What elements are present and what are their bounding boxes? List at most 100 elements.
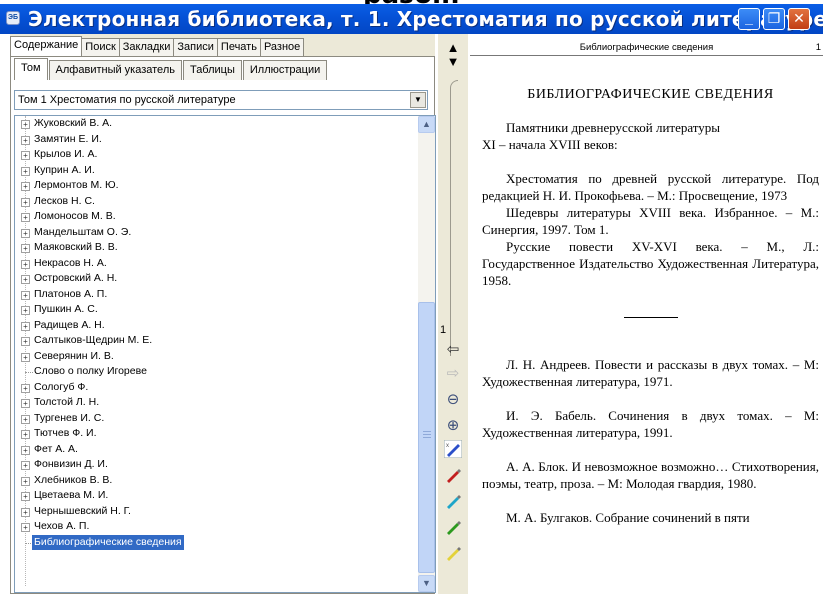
expand-icon[interactable]: + [21,321,30,331]
bibliography-entry: М. А. Булгаков. Собрание сочинений в пят… [506,510,750,525]
tree-item[interactable]: + Некрасов Н. А. [15,256,410,272]
page-down-icon[interactable]: ▼ [441,50,465,74]
expand-icon[interactable]: + [21,461,30,470]
tab-print[interactable]: Печать [216,38,261,56]
tree-item-label: Цветаева М. И. [34,489,109,501]
tab-search[interactable]: Поиск [81,38,120,56]
minimize-button[interactable]: _ [738,8,760,30]
expand-icon[interactable]: + [21,166,30,176]
marker-red-icon[interactable] [441,466,465,490]
tree-item[interactable]: + Фет А. А. [15,442,410,458]
expand-icon[interactable]: + [21,244,30,253]
expand-icon[interactable]: + [21,337,30,346]
tree-item[interactable]: + Салтыков-Щедрин М. Е. [15,333,410,349]
expand-icon[interactable]: + [21,213,30,222]
tab-contents[interactable]: Содержание [10,36,83,56]
tree-item[interactable]: + Пушкин А. С. [15,302,410,318]
tree-item[interactable]: + Радищев А. Н. [15,318,410,334]
page-slider[interactable] [450,80,458,356]
expand-icon[interactable]: + [21,476,30,486]
tree-item[interactable]: + Крылов И. А. [15,147,410,163]
marker-yellow-icon[interactable] [441,544,465,568]
tree-item-label: Мандельштам О. Э. [34,225,132,238]
expand-icon[interactable]: + [21,399,30,408]
tree-item[interactable]: + Мандельштам О. Э. [15,225,410,241]
tree-item[interactable]: + Лермонтов М. Ю. [15,178,410,194]
app-icon[interactable]: ЭБ [6,11,20,25]
tab-volume[interactable]: Том [14,58,48,80]
chevron-down-icon[interactable]: ▼ [410,92,426,108]
expand-icon[interactable]: + [21,383,30,393]
scroll-thumb[interactable] [418,302,435,573]
volume-select-value: Том 1 Хрестоматия по русской литературе [18,94,236,106]
forward-arrow-icon[interactable]: ⇨ [441,362,465,386]
tree-item[interactable]: + Лесков Н. С. [15,194,410,210]
tree-item[interactable]: + Платонов А. П. [15,287,410,303]
tab-notes[interactable]: Записи [173,38,218,56]
scroll-up-icon[interactable]: ▲ [418,116,435,133]
expand-icon[interactable]: + [21,151,30,160]
zoom-in-icon[interactable]: ⊕ [441,414,465,438]
tree-item[interactable]: + Чернышевский Н. Г. [15,504,410,520]
tree-item[interactable]: + Островский А. Н. [15,271,410,287]
tree-item[interactable]: + Замятин Е. И. [15,132,410,148]
title-bar[interactable]: ЭБ Электронная библиотека, т. 1. Хрестом… [0,4,823,34]
expand-icon[interactable]: + [21,507,30,517]
tree-item[interactable]: + Хлебников В. В. [15,473,410,489]
tree-item-label: Замятин Е. И. [34,132,102,145]
bibliography-entry: Шедевры литературы XVIII века. Избранное… [482,205,819,237]
section-title-line: Памятники древнерусской литературы [506,120,721,135]
expand-icon[interactable]: + [21,352,30,362]
tree-item[interactable]: + Ломоносов М. В. [15,209,410,225]
tree-item[interactable]: + Тютчев Ф. И. [15,426,410,442]
expand-icon[interactable]: + [21,430,30,439]
contents-tree[interactable]: + Жуковский В. А. + Замятин Е. И. + Крылов И.… [14,115,436,593]
tab-misc[interactable]: Разное [259,38,305,56]
tree-item[interactable]: + Маяковский В. В. [15,240,410,256]
tree-item[interactable]: Слово о полку Игореве [15,364,410,380]
expand-icon[interactable]: + [21,259,30,269]
tree-item[interactable]: + Сологуб Ф. [15,380,410,396]
close-button[interactable]: ✕ [788,8,810,30]
expand-icon[interactable]: + [21,306,30,315]
tree-item[interactable]: + Северянин И. В. [15,349,410,365]
header-page-number: 1 [815,42,821,53]
expand-icon[interactable]: + [21,182,30,191]
outer-tab-strip: Содержание Поиск Закладки Записи Печать … [10,36,305,56]
tree-item[interactable]: + Фонвизин Д. И. [15,457,410,473]
expand-icon[interactable]: + [21,228,30,238]
tab-bookmarks[interactable]: Закладки [118,38,175,56]
pen-blue-icon[interactable]: x [441,439,465,464]
tab-illustrations[interactable]: Иллюстрации [242,60,328,80]
expand-icon[interactable]: + [21,445,30,455]
marker-cyan-icon[interactable] [441,492,465,516]
back-arrow-icon[interactable]: ⇦ [441,338,465,362]
bibliography-entry: Хрестоматия по древней русской литератур… [482,171,819,203]
document-view[interactable]: Библиографические сведения 1 БИБЛИОГРАФИ… [470,34,823,597]
expand-icon[interactable]: + [21,135,30,145]
tab-tables[interactable]: Таблицы [182,60,242,80]
grip-line [423,437,431,438]
expand-icon[interactable]: + [21,120,30,129]
tree-item[interactable]: Библиографические сведения [15,534,410,550]
expand-icon[interactable]: + [21,197,30,207]
volume-select[interactable]: Том 1 Хрестоматия по русской литературе … [14,90,428,110]
zoom-out-icon[interactable]: ⊖ [441,388,465,412]
expand-icon[interactable]: + [21,523,30,532]
marker-green-icon[interactable] [441,518,465,542]
expand-icon[interactable]: + [21,275,30,284]
expand-icon[interactable]: + [21,492,30,501]
tree-item[interactable]: + Цветаева М. И. [15,488,410,504]
tab-alphabetical-index[interactable]: Алфавитный указатель [48,60,182,80]
scroll-down-icon[interactable]: ▼ [418,575,435,592]
expand-icon[interactable]: + [21,290,30,300]
tree-item[interactable]: + Тургенев И. С. [15,411,410,427]
expand-icon[interactable]: + [21,414,30,424]
tree-scrollbar[interactable]: ▲ ▼ [418,116,435,592]
restore-button[interactable]: ❐ [763,8,785,30]
tree-item[interactable]: + Жуковский В. А. [15,116,410,132]
tree-item[interactable]: + Чехов А. П. [15,519,410,535]
tree-item[interactable]: + Куприн А. И. [15,163,410,179]
tree-item[interactable]: + Толстой Л. Н. [15,395,410,411]
